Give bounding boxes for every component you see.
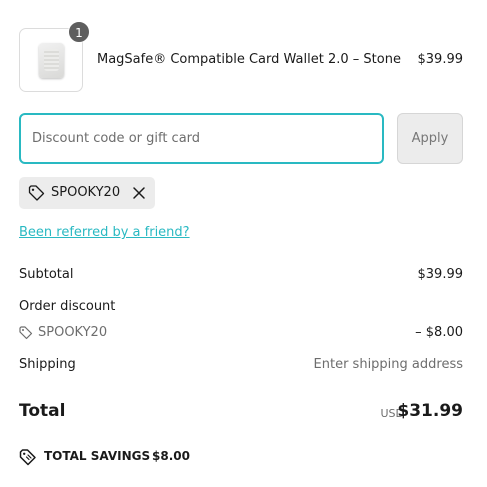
applied-discount-chip: SPOOKY20: [19, 177, 155, 209]
total-savings-label: TOTAL SAVINGS: [44, 449, 151, 463]
tag-icon: [28, 185, 45, 201]
apply-button[interactable]: Apply: [397, 113, 463, 164]
order-summary: 1 MagSafe® Compatible Card Wallet 2.0 – …: [0, 0, 487, 487]
referral-link[interactable]: Been referred by a friend?: [19, 225, 190, 240]
discount-amount: – $8.00: [415, 325, 463, 340]
quantity-badge: 1: [68, 21, 90, 43]
applied-code-label: SPOOKY20: [51, 185, 121, 200]
savings-tag-icon: [19, 449, 36, 466]
shipping-label: Shipping: [19, 357, 76, 372]
discount-code-label: SPOOKY20: [38, 325, 108, 340]
subtotal-label: Subtotal: [19, 267, 74, 282]
subtotal-value: $39.99: [417, 267, 464, 282]
close-icon[interactable]: [132, 186, 146, 200]
total-value: $31.99: [397, 401, 463, 421]
order-discount-label: Order discount: [19, 299, 116, 314]
tag-icon: [19, 326, 33, 340]
discount-code-input[interactable]: [19, 113, 384, 164]
total-savings-value: $8.00: [152, 449, 190, 463]
card-wallet-image: [39, 43, 64, 78]
line-item: 1 MagSafe® Compatible Card Wallet 2.0 – …: [19, 21, 464, 92]
total-label: Total: [19, 401, 66, 421]
product-name: MagSafe® Compatible Card Wallet 2.0 – St…: [97, 52, 401, 67]
product-price: $39.99: [417, 52, 464, 67]
shipping-value: Enter shipping address: [313, 357, 463, 372]
